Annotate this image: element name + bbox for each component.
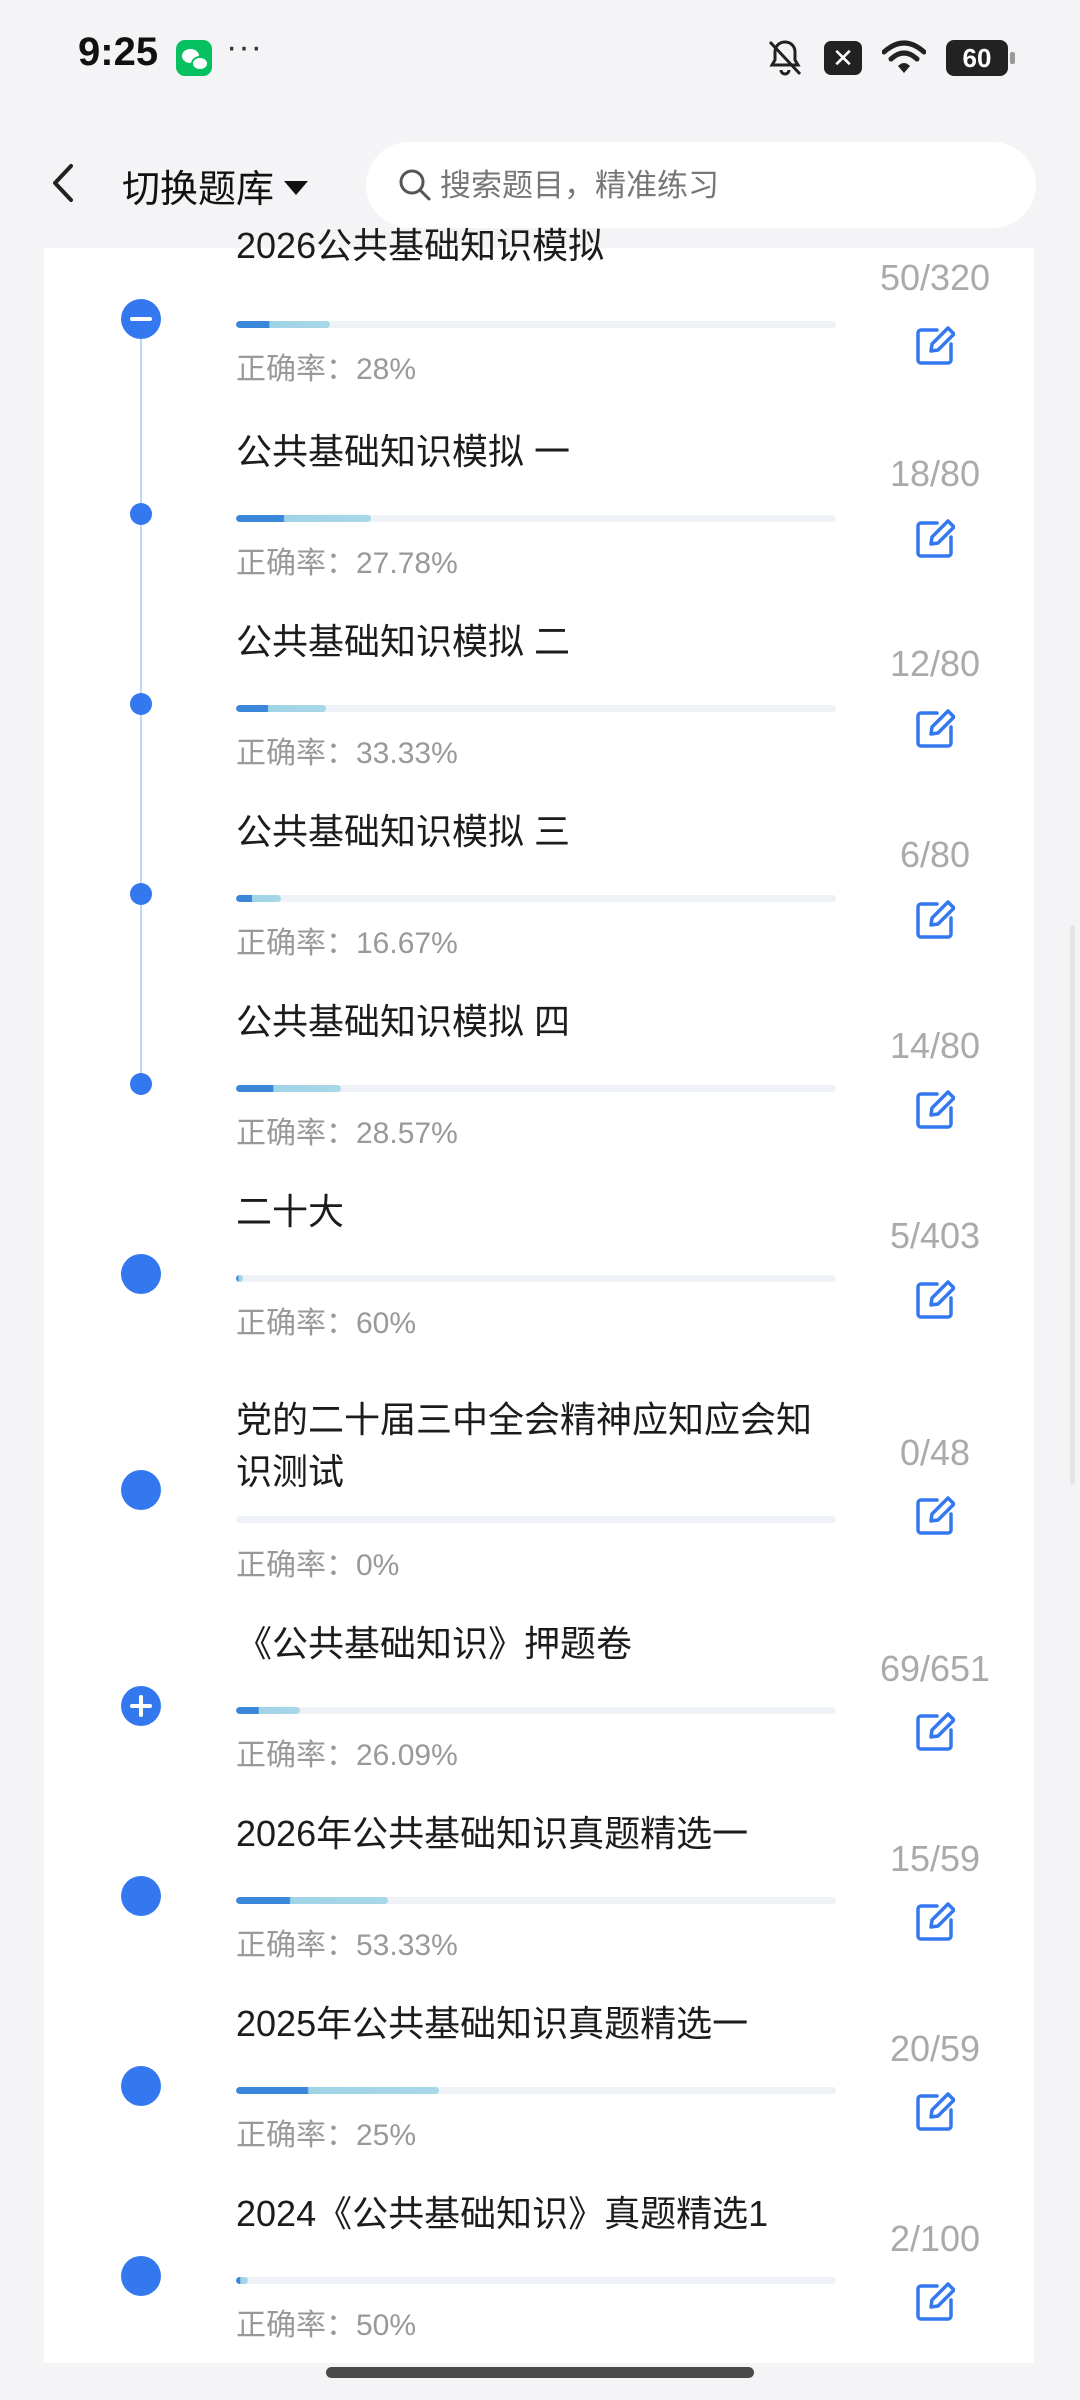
- expand-plus-icon[interactable]: [121, 1686, 161, 1726]
- edit-practice-icon[interactable]: [915, 709, 955, 749]
- home-indicator[interactable]: [326, 2367, 754, 2378]
- status-time: 9:25: [78, 30, 159, 74]
- progress-fill: [236, 895, 281, 902]
- status-icons: ✕ 60: [766, 36, 1015, 80]
- edit-practice-icon[interactable]: [915, 1902, 955, 1942]
- progress-fill: [236, 2087, 440, 2094]
- item-title: 2026年公共基础知识真题精选一: [236, 1813, 749, 1854]
- accuracy-text: 正确率：33.33%: [236, 737, 458, 770]
- wechat-notification-icon: [176, 40, 212, 76]
- tree-node-dot-icon: [121, 1876, 161, 1916]
- item-title: 公共基础知识模拟 四: [236, 1001, 571, 1042]
- item-title: 二十大: [236, 1191, 345, 1232]
- progress-fill: [236, 321, 330, 328]
- caret-down-icon: [284, 180, 309, 195]
- progress-count: 15/59: [889, 1838, 981, 1879]
- scrollbar[interactable]: [1070, 925, 1075, 1485]
- progress-bar: [236, 321, 836, 328]
- wifi-icon: [882, 40, 926, 73]
- progress-bar: [236, 1516, 836, 1523]
- edit-practice-icon[interactable]: [915, 2092, 955, 2132]
- progress-count: 5/403: [889, 1215, 981, 1256]
- edit-practice-icon[interactable]: [915, 1496, 955, 1536]
- progress-bar: [236, 705, 836, 712]
- item-title: 党的二十届三中全会精神应知应会知识测试: [236, 1399, 813, 1492]
- item-title: 2025年公共基础知识真题精选一: [236, 2003, 749, 2044]
- progress-count: 69/651: [879, 1648, 991, 1689]
- tree-node-dot-icon: [130, 503, 152, 525]
- switch-bank-label: 切换题库: [122, 169, 275, 211]
- mute-bell-icon: [768, 40, 802, 76]
- accuracy-text: 正确率：60%: [236, 1307, 417, 1340]
- progress-count: 18/80: [889, 453, 981, 494]
- more-notifications-icon: ···: [226, 28, 263, 66]
- item-title: 公共基础知识模拟 二: [236, 621, 571, 662]
- search-icon: [399, 169, 431, 201]
- tree-node-dot-icon: [130, 883, 152, 905]
- progress-bar: [236, 515, 836, 522]
- progress-fill: [236, 515, 371, 522]
- accuracy-text: 正确率：53.33%: [236, 1929, 458, 1962]
- progress-bar: [236, 1897, 836, 1904]
- progress-bar: [236, 1275, 836, 1282]
- edit-practice-icon[interactable]: [915, 1712, 955, 1752]
- collapse-minus-icon[interactable]: [121, 299, 161, 339]
- item-title: 公共基础知识模拟 一: [236, 431, 571, 472]
- progress-bar: [236, 895, 836, 902]
- battery-icon: 60: [946, 40, 1015, 76]
- item-title: 2026公共基础知识模拟: [236, 225, 605, 266]
- edit-practice-icon[interactable]: [915, 519, 955, 559]
- item-title: 2024《公共基础知识》真题精选1: [236, 2193, 769, 2234]
- progress-fill: [236, 1707, 300, 1714]
- progress-count: 0/48: [899, 1432, 971, 1473]
- edit-practice-icon[interactable]: [915, 2282, 955, 2322]
- item-title: 《公共基础知识》押题卷: [236, 1623, 633, 1664]
- edit-practice-icon[interactable]: [915, 326, 955, 366]
- progress-count: 50/320: [879, 257, 991, 298]
- search-bar[interactable]: [366, 142, 1036, 230]
- tree-node-dot-icon: [121, 1470, 161, 1510]
- back-arrow-icon[interactable]: [38, 156, 88, 210]
- progress-fill: [236, 705, 326, 712]
- progress-count: 20/59: [889, 2028, 981, 2069]
- tree-node-dot-icon: [121, 1254, 161, 1294]
- progress-count: 14/80: [889, 1025, 981, 1066]
- accuracy-text: 正确率：0%: [236, 1549, 400, 1582]
- status-bar: 9:25 ··· ✕ 60: [0, 0, 1080, 118]
- switch-bank-dropdown[interactable]: 切换题库: [122, 158, 309, 213]
- edit-practice-icon[interactable]: [915, 1280, 955, 1320]
- accuracy-text: 正确率：28%: [236, 353, 417, 386]
- progress-count: 6/80: [899, 834, 971, 875]
- progress-fill: [236, 2277, 248, 2284]
- edit-practice-icon[interactable]: [915, 1090, 955, 1130]
- edit-practice-icon[interactable]: [915, 900, 955, 940]
- item-title: 公共基础知识模拟 三: [236, 811, 571, 852]
- no-sim-icon: ✕: [824, 41, 862, 75]
- progress-bar: [236, 2277, 836, 2284]
- question-bank-list: 2026公共基础知识模拟正确率：28% 50/320 公共基础知识模拟 一正确率：2…: [44, 225, 1034, 2363]
- progress-count: 12/80: [889, 643, 981, 684]
- accuracy-text: 正确率：27.78%: [236, 547, 458, 580]
- accuracy-text: 正确率：25%: [236, 2119, 417, 2152]
- progress-fill: [236, 1085, 341, 1092]
- search-input[interactable]: [438, 142, 1002, 230]
- tree-node-dot-icon: [121, 2256, 161, 2296]
- accuracy-text: 正确率：28.57%: [236, 1117, 458, 1150]
- progress-bar: [236, 1085, 836, 1092]
- progress-count: 2/100: [889, 2218, 981, 2259]
- progress-fill: [236, 1897, 389, 1904]
- tree-node-dot-icon: [121, 2066, 161, 2106]
- accuracy-text: 正确率：26.09%: [236, 1739, 458, 1772]
- progress-bar: [236, 2087, 836, 2094]
- accuracy-text: 正确率：16.67%: [236, 927, 458, 960]
- progress-bar: [236, 1707, 836, 1714]
- accuracy-text: 正确率：50%: [236, 2309, 417, 2342]
- progress-fill: [236, 1275, 244, 1282]
- tree-node-dot-icon: [130, 693, 152, 715]
- tree-node-dot-icon: [130, 1073, 152, 1095]
